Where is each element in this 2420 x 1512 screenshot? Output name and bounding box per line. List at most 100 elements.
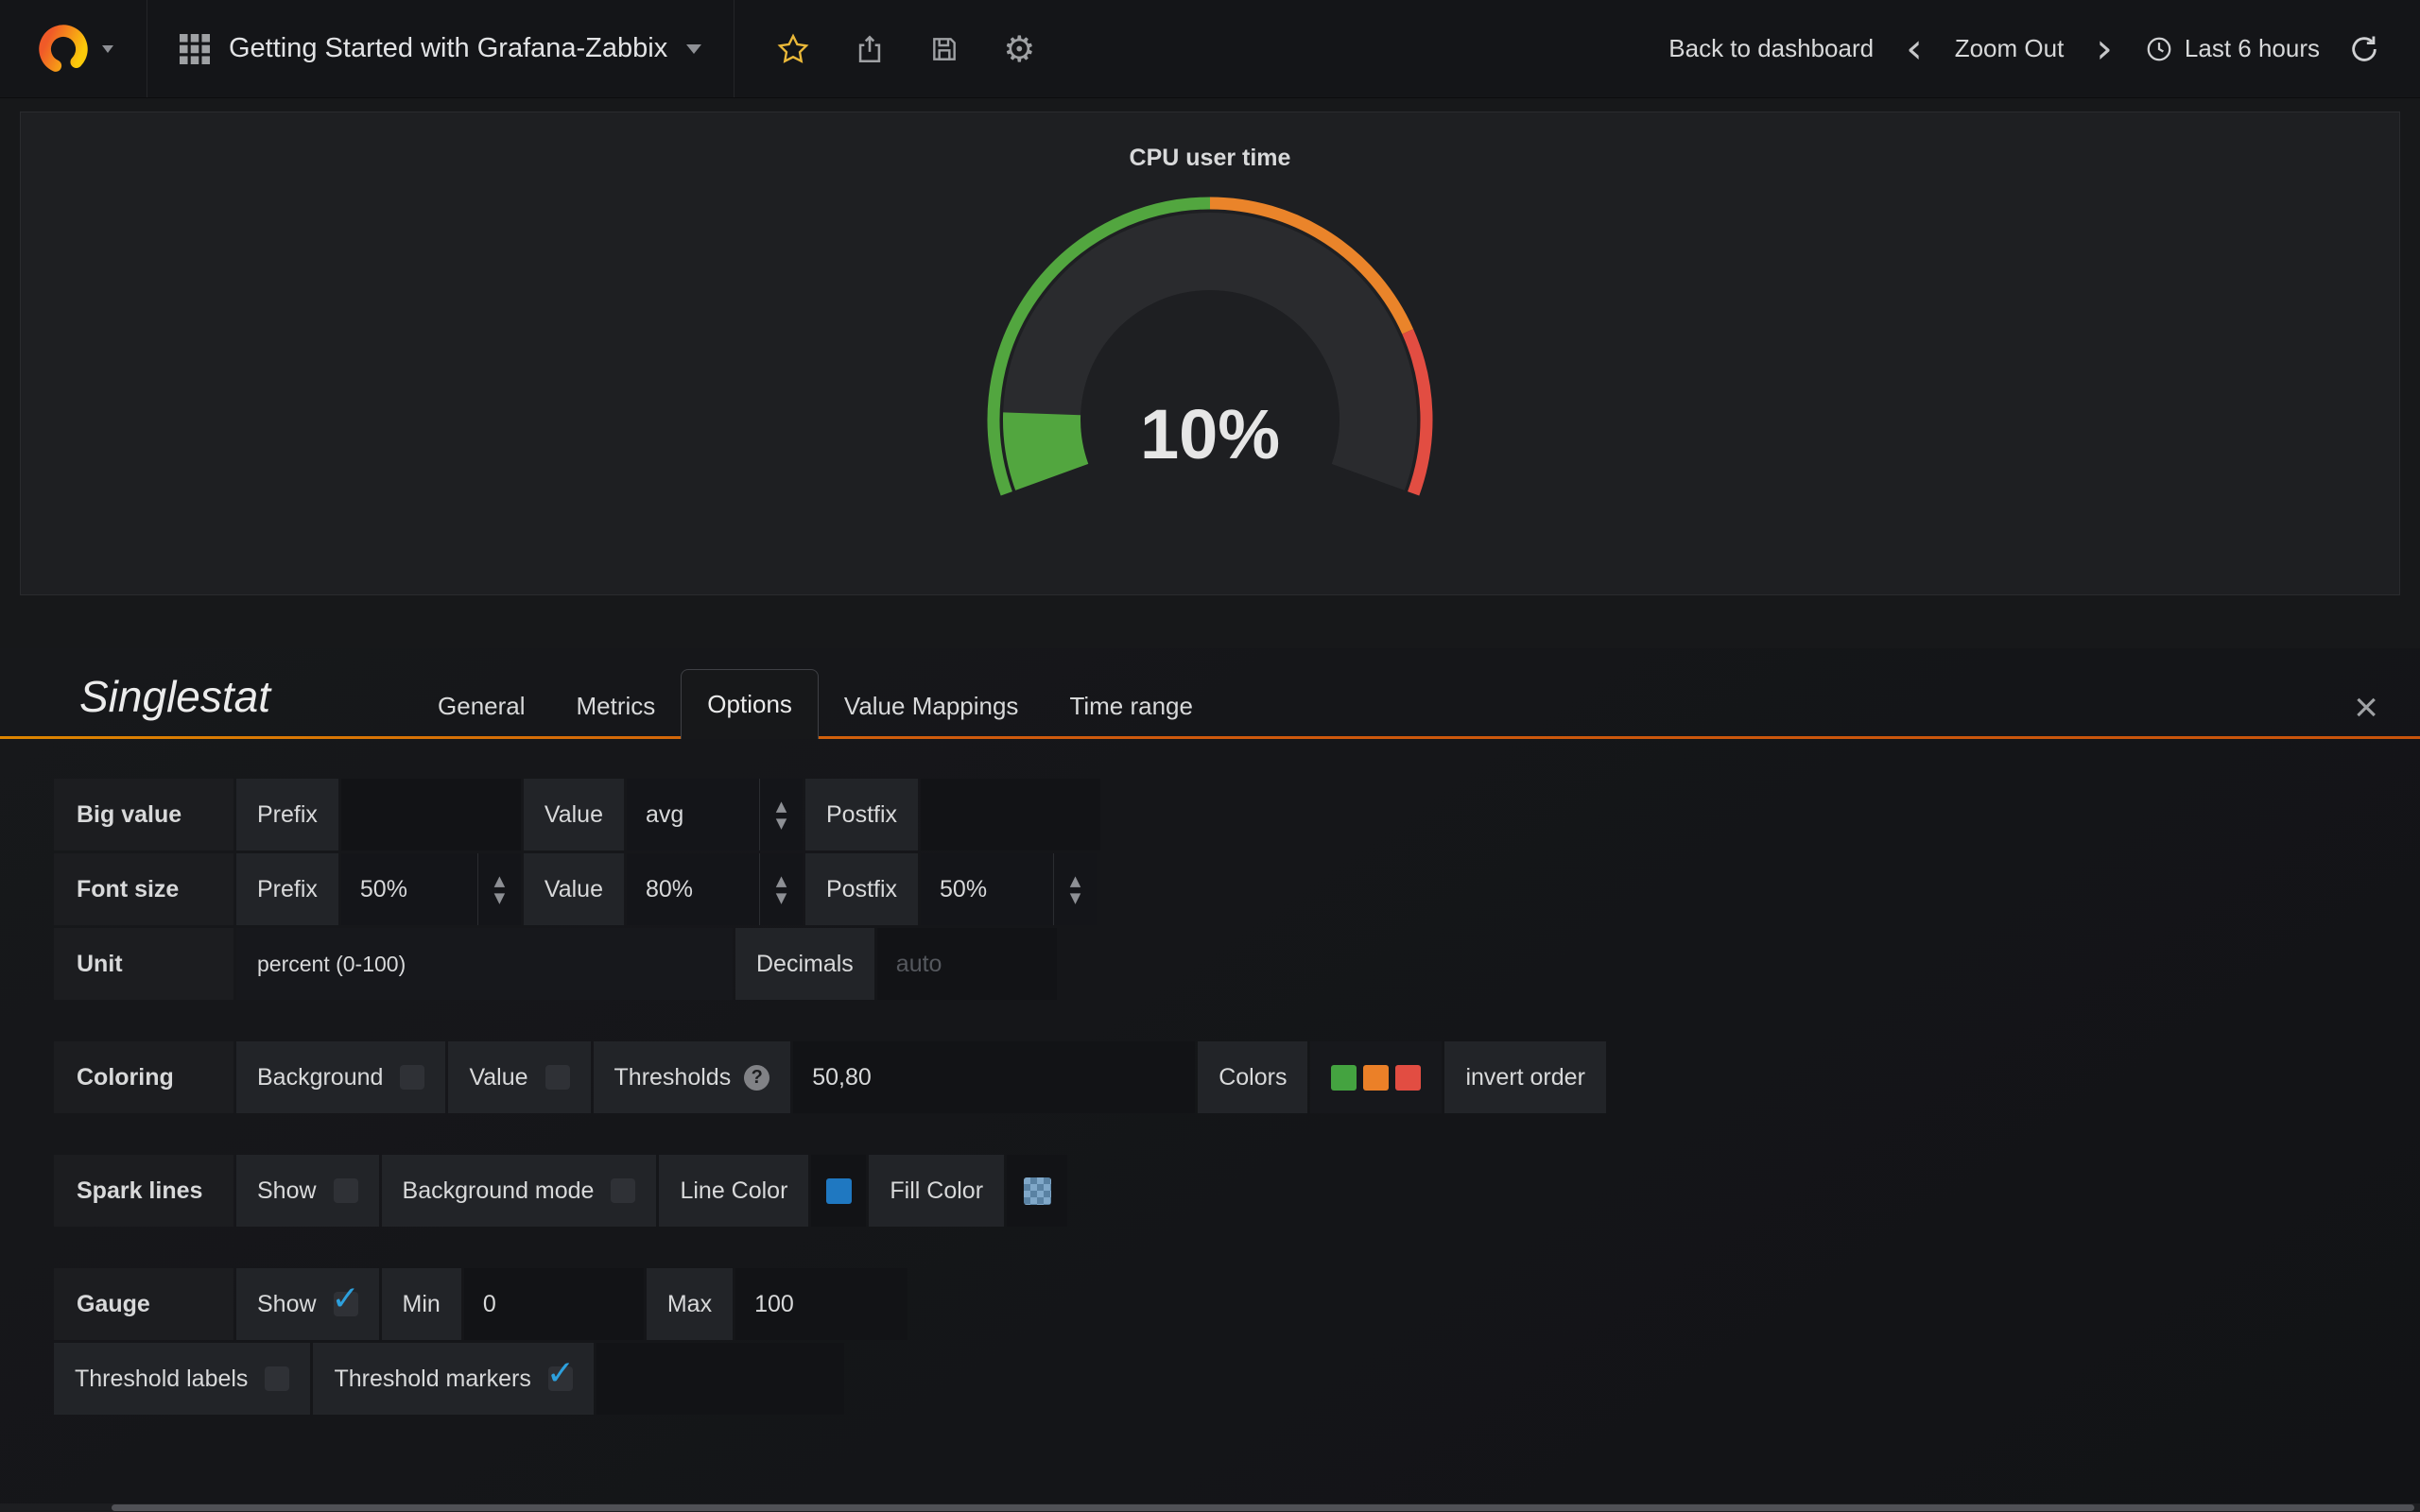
color-swatch-orange[interactable] [1363, 1065, 1389, 1091]
background-checkbox[interactable]: ✓ [400, 1065, 424, 1090]
tab-general[interactable]: General [412, 673, 551, 739]
color-swatch-green[interactable] [1331, 1065, 1357, 1091]
fill-color-label: Fill Color [869, 1155, 1004, 1227]
unit-value-button[interactable]: percent (0-100) [236, 928, 733, 1000]
settings-button[interactable]: ⚙ [1003, 28, 1035, 70]
big-value-postfix-input[interactable] [921, 779, 1100, 850]
stepper-arrows-icon[interactable]: ▲ ▼ [759, 853, 803, 925]
font-size-value-select[interactable]: 80% ▲ ▼ [627, 853, 803, 925]
selected-postfix-size: 50% [921, 853, 1053, 925]
chevron-down-icon [102, 45, 113, 53]
time-range-picker[interactable]: Last 6 hours [2145, 34, 2320, 63]
fill-color-overlay [1024, 1177, 1051, 1205]
share-icon [854, 33, 886, 65]
chevron-down-icon [686, 44, 701, 54]
colors-label: Colors [1198, 1041, 1307, 1113]
fill-color-swatch[interactable] [1024, 1177, 1051, 1205]
line-color-cell [811, 1155, 866, 1227]
share-button[interactable] [854, 33, 886, 65]
horizontal-scrollbar [0, 1503, 2420, 1512]
dashboard-title: Getting Started with Grafana-Zabbix [229, 33, 667, 64]
threshold-labels-toggle[interactable]: Threshold labels ✓ [54, 1343, 310, 1415]
arrow-down-icon: ▼ [1070, 891, 1081, 905]
max-label: Max [647, 1268, 733, 1340]
editor-tabs: General Metrics Options Value Mappings T… [412, 669, 1219, 739]
dashboard-title-button[interactable]: Getting Started with Grafana-Zabbix [147, 0, 735, 97]
refresh-button[interactable] [2348, 33, 2380, 65]
spark-show-checkbox[interactable]: ✓ [334, 1178, 358, 1203]
big-value-label: Big value [54, 779, 233, 850]
gauge-max-input[interactable] [735, 1268, 908, 1340]
font-size-prefix-label: Prefix [236, 853, 338, 925]
coloring-value-toggle[interactable]: Value ✓ [448, 1041, 590, 1113]
spark-lines-row: Spark lines Show ✓ Background mode ✓ Lin… [54, 1155, 2420, 1227]
arrow-up-icon: ▲ [776, 874, 787, 888]
thresholds-label: Thresholds [614, 1064, 732, 1091]
arrow-down-icon: ▼ [494, 891, 506, 905]
tab-options[interactable]: Options [681, 669, 819, 739]
threshold-markers-checkbox[interactable]: ✓ [548, 1366, 573, 1391]
min-label: Min [382, 1268, 461, 1340]
gear-icon: ⚙ [1003, 28, 1035, 70]
font-size-postfix-select[interactable]: 50% ▲ ▼ [921, 853, 1097, 925]
chevron-left-icon: ‹ [1906, 25, 1923, 73]
zoom-out-button[interactable]: Zoom Out [1955, 34, 2065, 63]
background-mode-label: Background mode [403, 1177, 595, 1205]
stepper-arrows-icon[interactable]: ▲ ▼ [759, 779, 803, 850]
scrollbar-thumb[interactable] [112, 1504, 2414, 1511]
gauge-value: 10% [1140, 395, 1280, 473]
star-button[interactable] [776, 32, 810, 66]
show-label: Show [257, 1291, 317, 1318]
chevron-right-icon: › [2096, 25, 2113, 73]
time-range-label: Last 6 hours [2185, 34, 2320, 63]
grafana-menu-button[interactable] [0, 0, 147, 97]
gauge-show-checkbox[interactable]: ✓ [334, 1292, 358, 1316]
font-size-prefix-select[interactable]: 50% ▲ ▼ [341, 853, 521, 925]
tab-time-range[interactable]: Time range [1044, 673, 1219, 739]
check-icon: ✓ [332, 1280, 360, 1318]
color-swatch-red[interactable] [1395, 1065, 1421, 1091]
tab-metrics[interactable]: Metrics [551, 673, 682, 739]
threshold-labels-checkbox[interactable]: ✓ [265, 1366, 289, 1391]
spark-lines-label: Spark lines [54, 1155, 233, 1227]
panel-title[interactable]: CPU user time [21, 112, 2399, 172]
gauge-chart: 10% [926, 172, 1494, 569]
close-editor-button[interactable]: × [2354, 687, 2378, 729]
big-value-prefix-label: Prefix [236, 779, 338, 850]
threshold-markers-toggle[interactable]: Threshold markers ✓ [313, 1343, 593, 1415]
options-form: Big value Prefix Value avg ▲ ▼ Postfix F… [0, 739, 2420, 1415]
big-value-postfix-label: Postfix [805, 779, 918, 850]
fill-color-cell [1007, 1155, 1067, 1227]
big-value-stat-select[interactable]: avg ▲ ▼ [627, 779, 803, 850]
big-value-prefix-input[interactable] [341, 779, 521, 850]
decimals-input[interactable] [877, 928, 1057, 1000]
unit-row: Unit percent (0-100) Decimals [54, 928, 2420, 1000]
line-color-swatch[interactable] [826, 1178, 852, 1204]
arrow-up-icon: ▲ [776, 799, 787, 814]
stepper-arrows-icon[interactable]: ▲ ▼ [477, 853, 521, 925]
show-label: Show [257, 1177, 317, 1205]
help-icon[interactable]: ? [744, 1065, 769, 1091]
spark-background-mode-toggle[interactable]: Background mode ✓ [382, 1155, 657, 1227]
background-mode-checkbox[interactable]: ✓ [611, 1178, 635, 1203]
coloring-background-toggle[interactable]: Background ✓ [236, 1041, 445, 1113]
stepper-arrows-icon[interactable]: ▲ ▼ [1053, 853, 1097, 925]
editor-header: Singlestat General Metrics Options Value… [0, 648, 2420, 739]
spark-show-toggle[interactable]: Show ✓ [236, 1155, 379, 1227]
save-button[interactable] [929, 34, 959, 64]
font-size-value-label: Value [524, 853, 624, 925]
back-to-dashboard-button[interactable]: Back to dashboard [1668, 34, 1874, 63]
gauge-min-input[interactable] [464, 1268, 644, 1340]
invert-order-button[interactable]: invert order [1444, 1041, 1605, 1113]
dashboard-grid-icon [180, 34, 210, 64]
gauge-thresholds-row: Threshold labels ✓ Threshold markers ✓ [54, 1343, 2420, 1415]
threshold-color-swatches [1310, 1041, 1442, 1113]
thresholds-input[interactable] [793, 1041, 1195, 1113]
decimals-label: Decimals [735, 928, 874, 1000]
coloring-row: Coloring Background ✓ Value ✓ Thresholds… [54, 1041, 2420, 1113]
tab-value-mappings[interactable]: Value Mappings [819, 673, 1045, 739]
unit-label: Unit [54, 928, 233, 1000]
thresholds-label-cell: Thresholds ? [594, 1041, 791, 1113]
value-checkbox[interactable]: ✓ [545, 1065, 570, 1090]
gauge-show-toggle[interactable]: Show ✓ [236, 1268, 379, 1340]
